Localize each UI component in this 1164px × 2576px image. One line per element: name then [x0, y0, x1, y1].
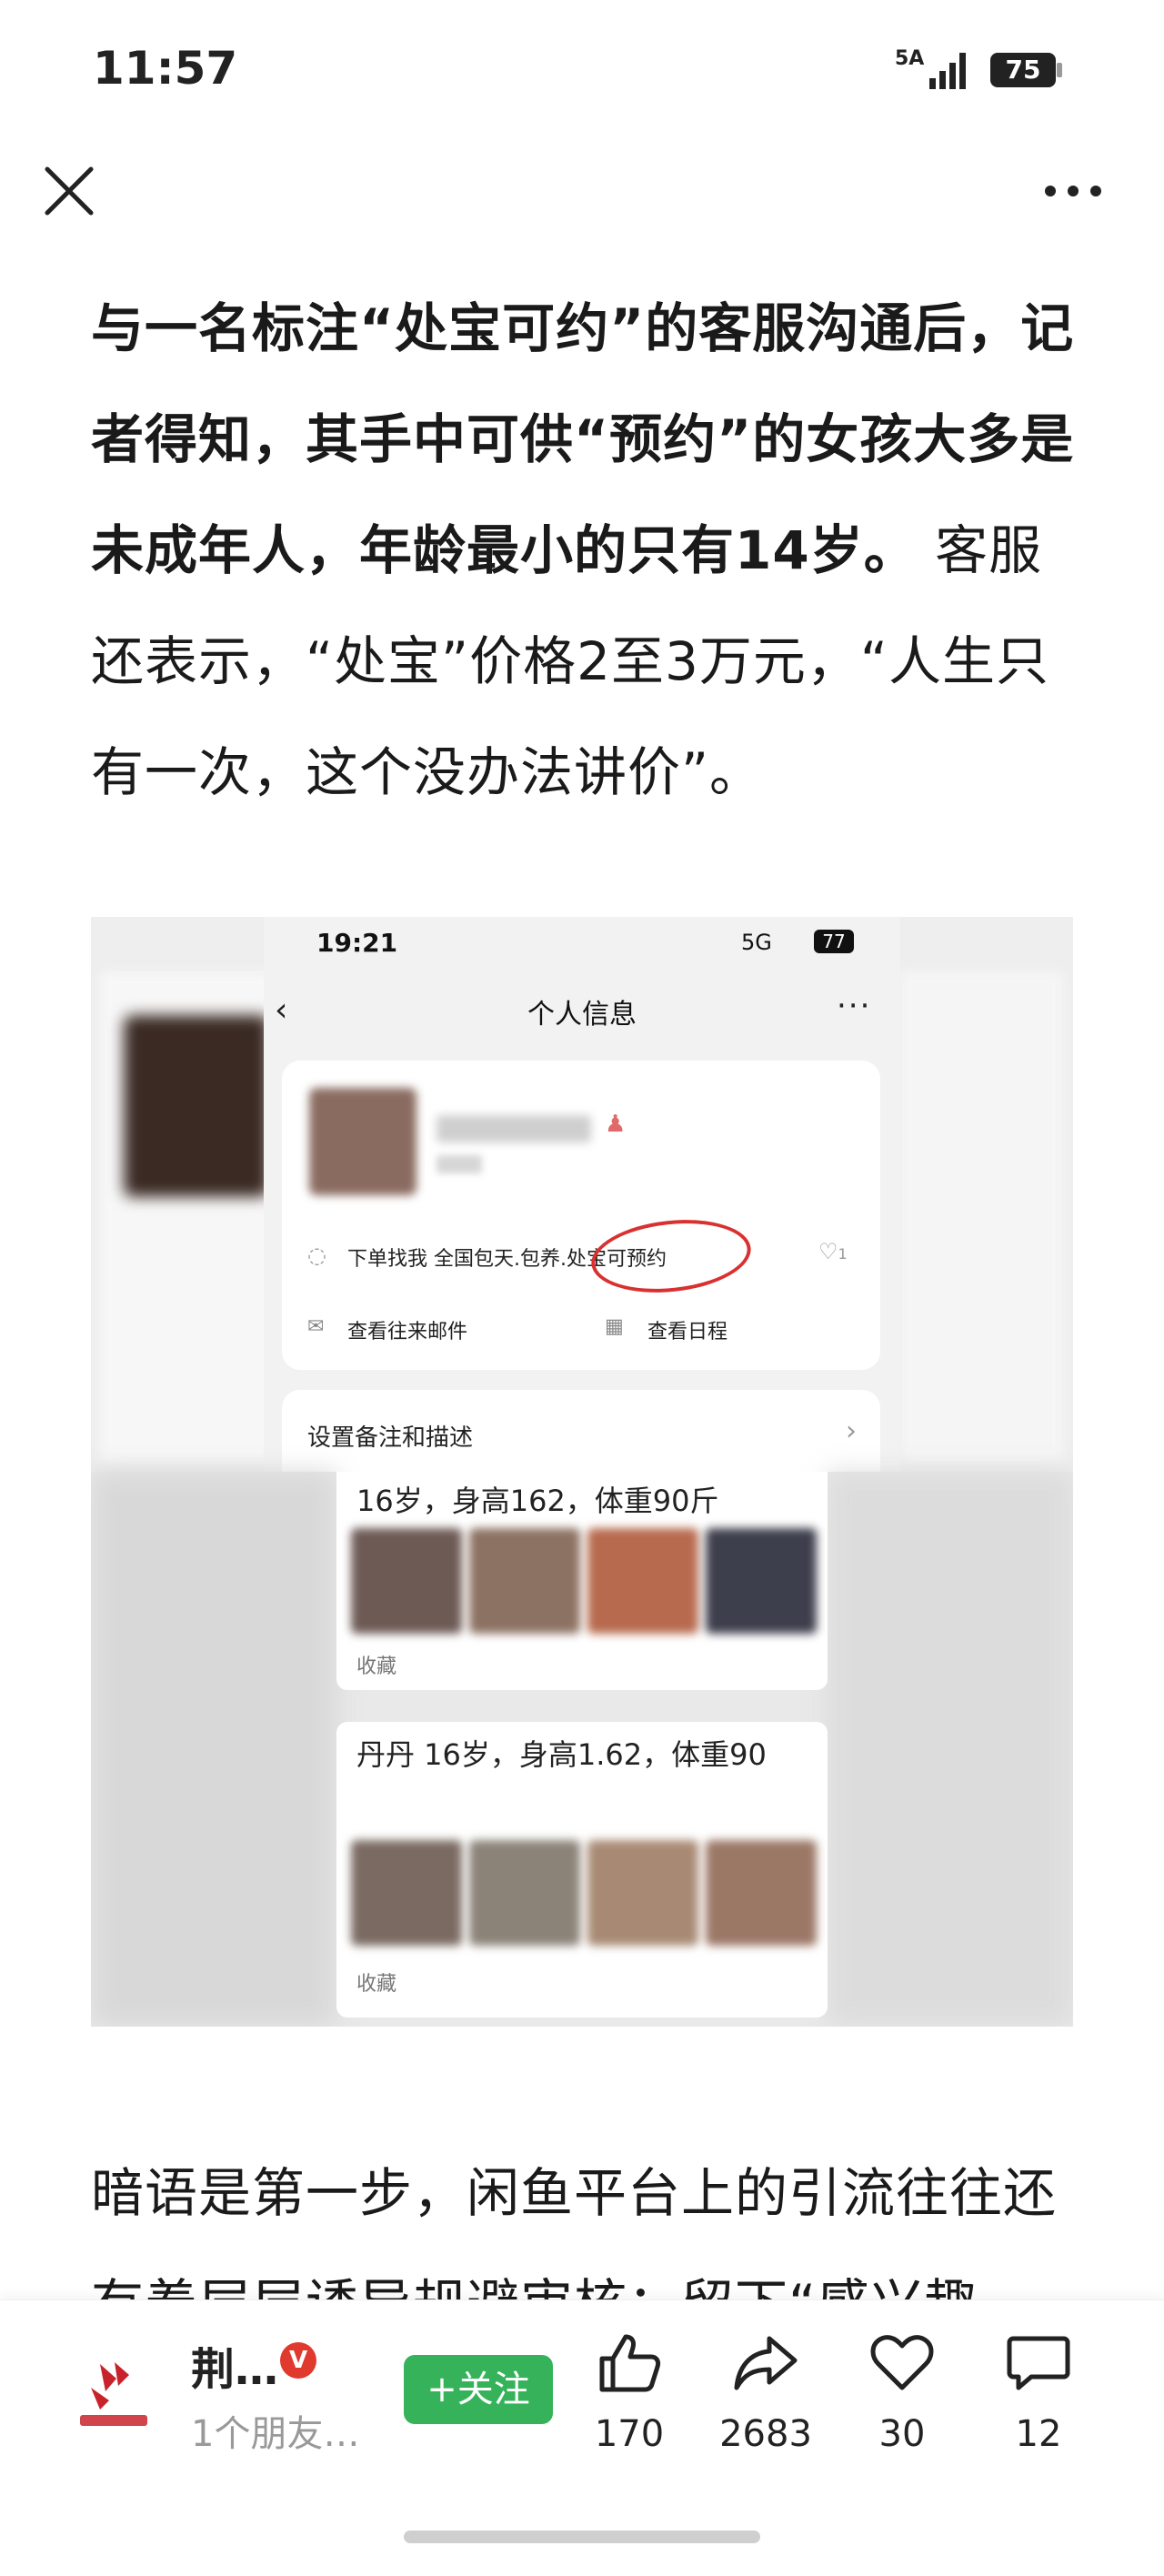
person-icon: ♟ [605, 1111, 627, 1138]
verified-badge: V [280, 2342, 316, 2379]
more-options-icon[interactable] [1041, 173, 1105, 209]
more-icon: ··· [837, 988, 872, 1024]
profile-card: ♟ ◌ 下单找我 全国包天.包养.处宝可预约 ♡1 ✉ 查看往来邮件 ▦ 查看日… [282, 1061, 880, 1370]
comment-button[interactable]: 12 [975, 2333, 1102, 2488]
battery-level: 75 [1005, 55, 1041, 85]
heart-icon [870, 2335, 934, 2390]
heart-icon: ♡1 [818, 1239, 848, 1264]
share-icon [734, 2336, 798, 2390]
calendar-link: 查看日程 [647, 1321, 728, 1343]
blurred-avatar [124, 1015, 269, 1197]
post-card: 16岁，身高162，体重90斤 收藏 [336, 1472, 828, 1690]
thumbnail [706, 1840, 817, 1946]
blurred-name [436, 1115, 591, 1142]
post-card: 丹丹 16岁，身高1.62，体重90 收藏 [336, 1722, 828, 2018]
comment-count: 12 [1015, 2413, 1062, 2455]
mail-link: 查看往来邮件 [347, 1321, 468, 1343]
blurred-card [900, 971, 1064, 1463]
chevron-right-icon: › [846, 1415, 857, 1447]
thumbnail [587, 1528, 698, 1634]
like-count: 1 [838, 1245, 848, 1263]
like-button[interactable]: 170 [566, 2333, 693, 2488]
post-text: 16岁，身高162，体重90斤 [356, 1484, 719, 1518]
post-thumbnails [351, 1528, 817, 1634]
thumbnail [706, 1528, 817, 1634]
blurred-side [828, 1472, 1073, 2027]
close-icon[interactable] [42, 164, 96, 218]
source-subtitle: 1个朋友… [191, 2413, 360, 2455]
remark-card: 设置备注和描述 › [282, 1390, 880, 1481]
phone-screenshot: 19:21 5G 77 ‹ 个人信息 ··· ♟ ◌ 下单找我 全国包天.包养.… [264, 917, 900, 1481]
red-circle-annotation [587, 1213, 755, 1300]
post-thumbnails [351, 1840, 817, 1946]
article-image[interactable]: 19:21 5G 77 ‹ 个人信息 ··· ♟ ◌ 下单找我 全国包天.包养.… [91, 917, 1073, 2027]
follow-button[interactable]: +关注 [404, 2355, 553, 2424]
screenshot-battery: 77 [814, 930, 854, 953]
status-bar: 11:57 5A 75 [0, 0, 1164, 136]
thumbnail [587, 1840, 698, 1946]
thumbnail [351, 1840, 462, 1946]
thumbnail [351, 1528, 462, 1634]
thumbnail [469, 1840, 580, 1946]
source-logo-icon[interactable] [73, 2355, 155, 2437]
favorite-button[interactable]: 30 [838, 2333, 966, 2488]
mail-icon: ✉ [307, 1315, 325, 1338]
post-text: 丹丹 16岁，身高1.62，体重90 [356, 1737, 767, 1772]
network-label: 5A [895, 47, 925, 70]
share-count: 2683 [719, 2413, 812, 2455]
thumbnail [469, 1528, 580, 1634]
remark-label: 设置备注和描述 [307, 1424, 474, 1452]
favorite-label: 收藏 [356, 1973, 397, 1996]
calendar-icon: ▦ [605, 1315, 624, 1338]
screenshot-network: 5G [741, 930, 772, 955]
home-indicator[interactable] [404, 2531, 760, 2543]
like-count: 170 [594, 2413, 665, 2455]
favorite-label: 收藏 [356, 1655, 397, 1678]
article-paragraph: 与一名标注“处宝可约”的客服沟通后，记者得知，其手中可供“预约”的女孩大多是未成… [91, 273, 1078, 828]
blurred-subtitle [436, 1155, 482, 1173]
favorite-count: 30 [878, 2413, 926, 2455]
comment-icon [1007, 2336, 1070, 2390]
blurred-side [91, 1472, 336, 2027]
posts-area: 16岁，身高162，体重90斤 收藏 丹丹 16岁，身高1.62，体重90 收藏 [91, 1472, 1073, 2027]
avatar [309, 1088, 416, 1195]
source-name[interactable]: 荆… [191, 2333, 278, 2397]
bottom-action-bar: 荆… V 1个朋友… +关注 170 2683 30 12 [0, 2299, 1164, 2510]
screenshot-time: 19:21 [316, 928, 398, 958]
share-button[interactable]: 2683 [702, 2333, 829, 2488]
status-time: 11:57 [93, 42, 238, 95]
battery-icon: 75 [989, 51, 1064, 89]
chat-bubble-icon: ◌ [307, 1243, 326, 1268]
screenshot-title: 个人信息 [527, 999, 637, 1031]
signal-icon [929, 53, 966, 89]
thumbs-up-icon [599, 2334, 661, 2392]
